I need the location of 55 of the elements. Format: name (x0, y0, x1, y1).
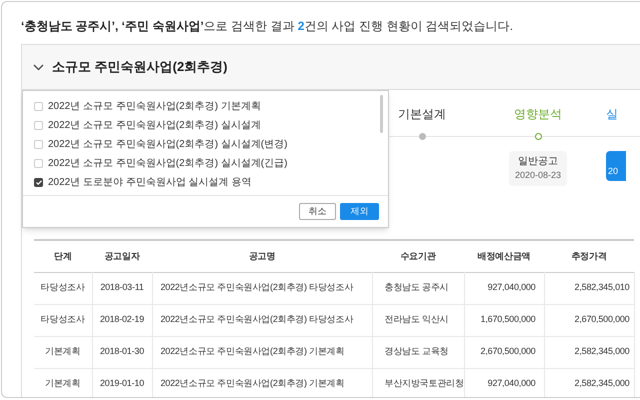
column-header: 단계 (34, 240, 92, 272)
table-cell: 927,040,000 (464, 368, 544, 397)
table-cell: 2022년소규모 주민숙원사업(2회추경) 기본계획 (152, 336, 372, 368)
table-cell: 기본계획 (34, 336, 92, 368)
table-cell: 타당성조사 (34, 272, 92, 304)
table-cell: 1,670,500,000 (464, 304, 544, 336)
table-cell: 2018-02-19 (92, 304, 152, 336)
table-cell: 충청남도 공주시 (372, 272, 464, 304)
table-cell: 2022년소규모 주민숙원사업(2회추경) 기본계획 (152, 368, 372, 397)
table-cell: 부산지방국토관리청 (372, 368, 464, 397)
table-cell: 2022년소규모 주민숙원사업(2회추경) 타당성조사 (152, 304, 372, 336)
column-header: 배정예산금액 (464, 240, 544, 272)
checkbox[interactable] (34, 159, 43, 168)
column-header: 수요기관 (372, 240, 464, 272)
notice-card[interactable]: 20 (606, 151, 626, 181)
column-header: 공고명 (152, 240, 372, 272)
table-cell: 경상남도 교육청 (372, 336, 464, 368)
option-item[interactable]: 2022년 소규모 주민숙원사업(2회추경) 실시설계 (34, 116, 380, 135)
panel-header[interactable]: 소규모 주민숙원사업(2회추경) (22, 45, 640, 90)
notice-date: 20 (608, 164, 620, 178)
option-item[interactable]: 2022년 소규모 주민숙원사업(2회추경) 실시설계(변경) (34, 135, 380, 154)
panel-title: 소규모 주민숙원사업(2회추경) (52, 58, 228, 76)
checkbox[interactable] (34, 102, 43, 111)
table-cell: 2019-01-10 (92, 368, 152, 397)
option-item[interactable]: 2022년 소규모 주민숙원사업(2회추경) 실시설계(긴급) (34, 154, 380, 173)
search-summary: ‘충청남도 공주시’, ‘주민 숙원사업’으로 검색한 결과 2건의 사업 진행 현황이 검색되었습니다. (21, 18, 514, 35)
table-cell: 타당성조사 (34, 304, 92, 336)
checkbox[interactable] (34, 121, 43, 130)
checkbox[interactable] (34, 140, 43, 149)
table-cell: 927,040,000 (464, 272, 544, 304)
table-cell: 2,582,345,000 (544, 368, 634, 397)
table-cell: 2,670,500,000 (464, 336, 544, 368)
column-header: 추정가격 (544, 240, 634, 272)
stage-label: 영향분석 (514, 106, 562, 122)
table-cell: 2018-01-30 (92, 336, 152, 368)
table-cell: 2,582,345,010 (544, 272, 634, 304)
table-cell: 기본계획 (34, 368, 92, 397)
table-cell: 전라남도 익산시 (372, 304, 464, 336)
table-cell: 2,670,500,000 (544, 304, 634, 336)
popup-button[interactable]: 취소 (299, 203, 336, 220)
column-header: 공고일자 (92, 240, 152, 272)
table-cell: 2022년소규모 주민숙원사업(2회추경) 타당성조사 (152, 272, 372, 304)
notice-card[interactable]: 일반공고 2020-08-23 (508, 151, 568, 186)
stage-label: 기본설계 (398, 106, 446, 122)
table-cell: 2018-03-11 (92, 272, 152, 304)
checkbox[interactable] (34, 178, 43, 187)
stage-label: 실 (606, 106, 618, 122)
option-item[interactable]: 2022년 도로분야 주민숙원사업 실시설계 용역 (34, 173, 380, 192)
popup-button[interactable]: 제외 (340, 203, 379, 220)
check-icon (36, 180, 42, 185)
notice-date: 2020-08-23 (514, 169, 562, 182)
scrollbar[interactable] (380, 95, 383, 133)
option-item[interactable]: 2022년 소규모 주민숙원사업(2회추경) 기본계획 (34, 97, 380, 116)
notice-title: 일반공고 (518, 155, 558, 169)
table-cell: 2,582,345,000 (544, 336, 634, 368)
